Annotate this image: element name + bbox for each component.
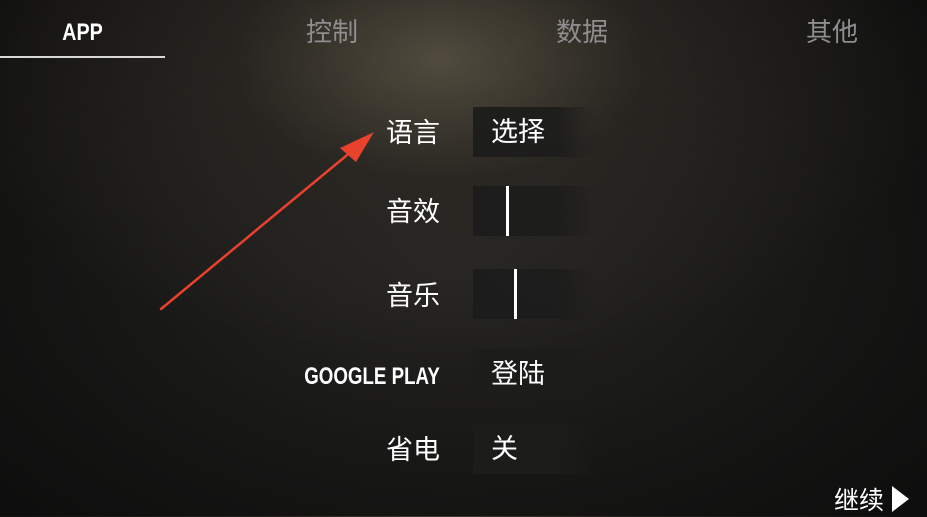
annotation-arrow	[159, 132, 374, 311]
play-triangle-icon	[892, 486, 909, 512]
music-slider[interactable]	[473, 269, 595, 319]
tab-app[interactable]: APP	[15, 0, 150, 58]
tab-data[interactable]: 数据	[482, 0, 682, 58]
sound-effects-slider-thumb[interactable]	[506, 186, 509, 236]
sound-effects-slider[interactable]	[473, 186, 595, 236]
continue-button[interactable]: 继续	[834, 482, 909, 516]
active-tab-underline	[0, 56, 165, 58]
google-play-login-button[interactable]: 登陆	[473, 349, 595, 399]
power-saving-label: 省电	[386, 435, 440, 466]
google-play-label: GOOGLE PLAY	[304, 363, 440, 390]
tab-other[interactable]: 其他	[732, 0, 927, 58]
tab-controls[interactable]: 控制	[232, 0, 432, 58]
continue-label: 继续	[833, 486, 884, 515]
tab-bar: APP 控制 数据 其他	[0, 0, 927, 58]
language-label: 语言	[386, 118, 440, 149]
red-arrow-icon	[159, 144, 360, 311]
language-select-button[interactable]: 选择	[473, 107, 595, 157]
red-arrow-head-icon	[340, 132, 374, 162]
power-saving-value: 关	[491, 434, 518, 465]
google-play-login-value: 登陆	[491, 359, 545, 390]
power-saving-toggle[interactable]: 关	[473, 424, 595, 474]
music-label: 音乐	[386, 281, 440, 312]
sound-effects-label: 音效	[386, 197, 440, 228]
language-select-value: 选择	[491, 117, 545, 148]
music-slider-thumb[interactable]	[514, 269, 517, 319]
